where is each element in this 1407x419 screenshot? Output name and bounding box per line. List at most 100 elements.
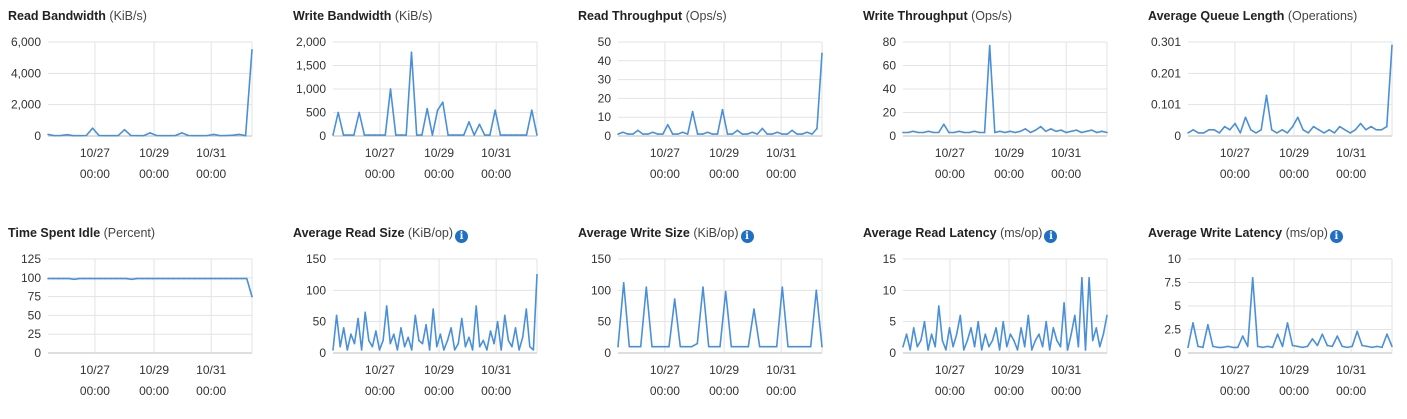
data-point <box>1197 132 1200 134</box>
data-point <box>1004 131 1006 134</box>
data-point <box>446 339 449 342</box>
x-tick-sublabel: 00:00 <box>994 384 1024 398</box>
x-tick-sublabel: 00:00 <box>1279 384 1309 398</box>
data-point <box>1241 335 1244 337</box>
data-point <box>983 131 986 134</box>
data-point <box>1197 345 1199 348</box>
chart-svg[interactable]: 0 10 20 30 40 50 10/27 00:00 10/29 00:00 10/31 00:0… <box>570 0 840 200</box>
data-point <box>442 101 444 103</box>
data-point <box>426 107 428 110</box>
data-point <box>632 133 634 135</box>
data-point <box>389 88 392 90</box>
data-point <box>155 134 158 137</box>
data-point <box>1236 346 1239 349</box>
x-tick-sublabel: 00:00 <box>935 384 965 398</box>
data-point <box>59 134 62 137</box>
chart-panel-average-read-size: Average Read Size (KiB/op) i 0 50 100 150 10/… <box>285 217 555 417</box>
data-point <box>1354 128 1357 131</box>
data-point <box>219 277 222 280</box>
data-point <box>507 339 510 342</box>
chart-panel-average-write-size: Average Write Size (KiB/op) i 0 50 100 150 10… <box>570 217 840 417</box>
x-tick-sublabel: 00:00 <box>766 384 796 398</box>
series-line <box>332 51 538 136</box>
data-point <box>686 133 689 135</box>
data-point <box>1016 349 1019 351</box>
data-point <box>98 134 100 137</box>
y-tick-label: 0.301 <box>1151 35 1181 49</box>
data-point <box>1065 131 1067 134</box>
y-tick-label: 50 <box>28 308 42 322</box>
data-point <box>1276 132 1278 134</box>
data-point <box>1101 130 1103 133</box>
data-point <box>115 277 117 280</box>
data-point <box>209 277 211 280</box>
data-point <box>953 131 955 134</box>
y-tick-label: 60 <box>883 59 897 73</box>
data-point <box>1291 125 1294 128</box>
data-point <box>374 134 376 136</box>
data-point <box>679 345 682 348</box>
data-point <box>432 308 435 310</box>
data-point <box>1102 333 1105 335</box>
data-point <box>671 133 674 135</box>
data-point <box>482 339 485 342</box>
data-point <box>661 133 664 135</box>
y-tick-label: 0 <box>319 129 326 143</box>
data-point <box>478 123 481 126</box>
chart-svg[interactable]: 0 25 50 75 100 125 10/27 00:00 10/29 00:00 10/31 00… <box>0 217 270 417</box>
chart-svg[interactable]: 0 2.5 5 7.5 10 10/27 00:00 10/29 00:00 10/31 00:00 <box>1140 217 1407 417</box>
chart-panel-time-spent-idle: Time Spent Idle (Percent) 0 25 50 75 100 125 1… <box>0 217 270 417</box>
data-point <box>1249 128 1252 131</box>
data-point <box>1359 122 1362 125</box>
data-point <box>973 130 976 133</box>
data-point <box>1296 345 1299 348</box>
data-point <box>909 349 911 351</box>
data-point <box>781 286 784 288</box>
y-tick-label: 7.5 <box>1164 276 1181 290</box>
y-tick-label: 2,000 <box>296 35 326 49</box>
data-point <box>193 277 196 280</box>
chart-svg[interactable]: 0 50 100 150 10/27 00:00 10/29 00:00 10/31 00:00 <box>570 217 840 417</box>
x-tick-sublabel: 00:00 <box>365 167 395 181</box>
chart-svg[interactable]: 0 5 10 15 10/27 00:00 10/29 00:00 10/31 00:00 <box>855 217 1125 417</box>
data-point <box>771 133 774 135</box>
data-point <box>1302 128 1304 131</box>
data-point <box>1059 345 1062 348</box>
data-point <box>99 277 102 280</box>
data-point <box>130 134 132 137</box>
data-point <box>701 133 704 135</box>
data-point <box>801 133 803 135</box>
chart-svg[interactable]: 0 0.101 0.201 0.301 10/27 00:00 10/29 00:00 10/3… <box>1140 0 1407 200</box>
data-point <box>1256 345 1259 348</box>
data-point <box>1351 345 1353 348</box>
data-point <box>1077 345 1080 348</box>
data-point <box>786 133 788 135</box>
chart-svg[interactable]: 0 500 1,000 1,500 2,000 10/27 00:00 10/29 00:00 1… <box>285 0 555 200</box>
y-tick-label: 2.5 <box>1164 323 1181 337</box>
x-tick-label: 10/31 <box>1336 146 1366 160</box>
data-point <box>656 345 659 348</box>
data-point <box>457 342 460 345</box>
data-point <box>462 134 465 136</box>
chart-svg[interactable]: 0 50 100 150 10/27 00:00 10/29 00:00 10/31 00:00 <box>285 217 555 417</box>
data-point <box>724 290 727 293</box>
x-tick-sublabel: 00:00 <box>1220 384 1250 398</box>
chart-svg[interactable]: 0 2,000 4,000 6,000 10/27 00:00 10/29 00:00 10/3… <box>0 0 270 200</box>
chart-svg[interactable]: 0 20 40 60 80 10/27 00:00 10/29 00:00 10/31 00:00 <box>855 0 1125 200</box>
data-point <box>453 349 456 351</box>
data-point <box>1095 327 1098 329</box>
data-point <box>525 134 528 136</box>
data-point <box>503 314 506 317</box>
data-point <box>776 131 779 134</box>
data-point <box>1041 345 1044 348</box>
data-point <box>916 345 919 348</box>
data-point <box>1349 132 1351 134</box>
data-point <box>1344 128 1346 131</box>
x-tick-sublabel: 00:00 <box>481 384 511 398</box>
data-point <box>690 345 693 348</box>
data-point <box>212 133 215 136</box>
data-point <box>781 133 783 135</box>
data-point <box>1192 322 1194 324</box>
data-point <box>389 342 392 345</box>
data-point <box>758 345 761 348</box>
